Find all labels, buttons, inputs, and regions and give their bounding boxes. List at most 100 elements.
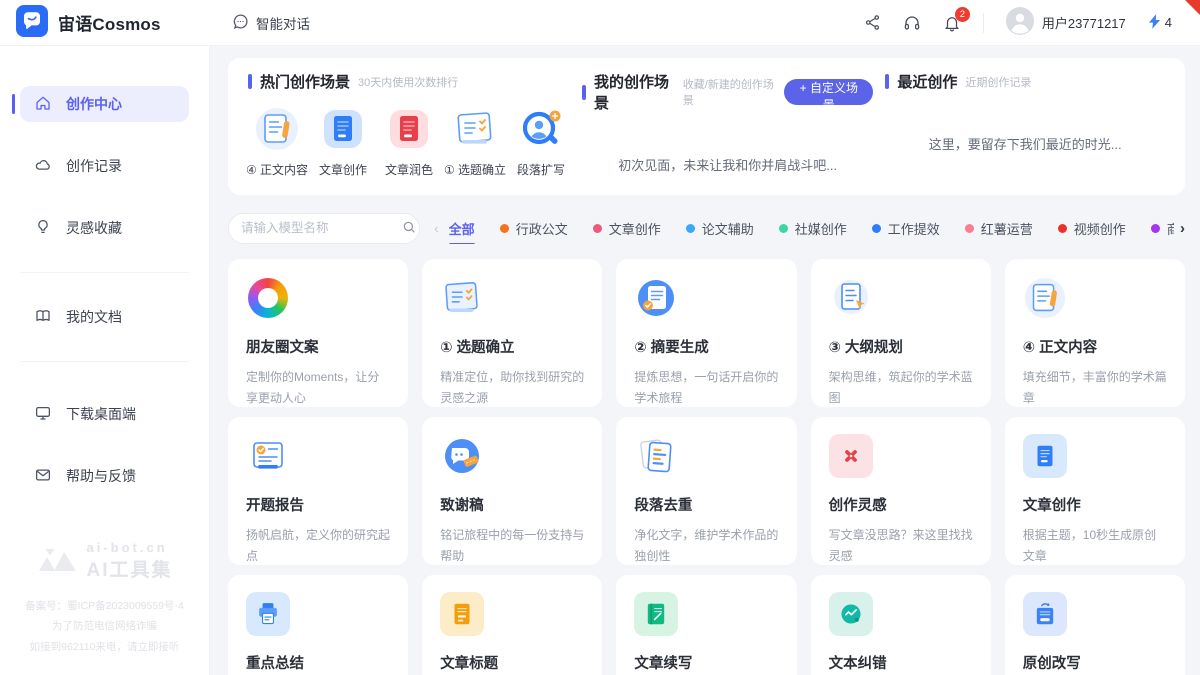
card-title: 朋友圈文案	[246, 336, 390, 357]
section-accent-bar	[582, 85, 586, 100]
category-dot	[686, 224, 695, 233]
sidebar-item-creation-center[interactable]: 创作中心	[20, 86, 189, 122]
card-body-content[interactable]: ④ 正文内容 填充细节，丰富你的学术篇章	[1005, 259, 1185, 407]
tab-video-creation[interactable]: 视频创作	[1058, 213, 1126, 244]
magnifier-person-icon	[518, 106, 564, 152]
tab-social-media[interactable]: 社媒创作	[779, 213, 847, 244]
tab-business-marketing[interactable]: 商业营销	[1151, 213, 1174, 244]
lightbulb-icon	[34, 218, 52, 239]
category-tabs: 全部 行政公文 文章创作 论文辅助 社媒创作 工作提效 红薯运营 视频创作 商业…	[449, 213, 1174, 244]
card-opening-report[interactable]: 开题报告 扬帆启航，定义你的研究起点	[228, 417, 408, 565]
user-account[interactable]: 用户23771217	[1006, 7, 1126, 38]
card-key-summary[interactable]: 重点总结 文章重点内容总结	[228, 575, 408, 675]
search-input[interactable]	[241, 221, 402, 235]
energy-counter[interactable]: 4	[1148, 14, 1172, 32]
search-icon[interactable]	[402, 220, 416, 237]
my-scenes-title: 我的创作场景	[594, 71, 675, 113]
card-text-proofread[interactable]: 文本纠错 智能修正错别字，纠正语法错误	[811, 575, 991, 675]
watermark-domain: ai-bot.cn	[86, 540, 172, 555]
notification-badge: 2	[955, 7, 970, 22]
hot-scene-topic-selection[interactable]: ① 选题确立	[446, 106, 504, 178]
category-dot	[500, 224, 509, 233]
hot-scene-paragraph-expand[interactable]: 段落扩写	[512, 106, 570, 178]
card-desc: 根据主题，10秒生成原创文章	[1023, 525, 1167, 565]
card-title: 开题报告	[246, 494, 390, 515]
notification-bell-icon[interactable]: 2	[943, 14, 961, 32]
sidebar-item-help-feedback[interactable]: 帮助与反馈	[20, 458, 189, 494]
card-title: 创作灵感	[829, 494, 973, 515]
summary-printer-icon	[246, 592, 290, 636]
card-article-continue[interactable]: 文章续写 延续风格续写文章	[616, 575, 796, 675]
card-desc: 架构思维，筑起你的学术蓝图	[829, 367, 973, 407]
topbar-divider	[983, 13, 984, 33]
card-desc: 扬帆启航，定义你的研究起点	[246, 525, 390, 565]
custom-scene-button[interactable]: + 自定义场景	[784, 79, 873, 105]
card-outline-planning[interactable]: ③ 大纲规划 架构思维，筑起你的学术蓝图	[811, 259, 991, 407]
watermark: ai-bot.cn AI工具集 备案号：蜀ICP备2023009559号-4 为…	[0, 540, 209, 657]
blue-book-icon	[320, 106, 366, 152]
chat-bubble-icon	[232, 13, 249, 33]
sidebar-item-download-desktop[interactable]: 下载桌面端	[20, 396, 189, 432]
card-paragraph-dedupe[interactable]: 段落去重 净化文字，维护学术作品的独创性	[616, 417, 796, 565]
card-title: 致谢稿	[440, 494, 584, 515]
card-acknowledgement[interactable]: 致谢稿 铭记旅程中的每一份支持与帮助	[422, 417, 602, 565]
sidebar-item-label: 创作记录	[66, 156, 122, 176]
card-article-creation[interactable]: 文章创作 根据主题，10秒生成原创文章	[1005, 417, 1185, 565]
notice-line-2: 如接到962110来电，请立即接听	[0, 637, 209, 657]
sidebar-divider	[20, 272, 189, 273]
energy-count: 4	[1165, 15, 1172, 30]
mail-icon	[34, 466, 52, 487]
tab-admin-docs[interactable]: 行政公文	[500, 213, 568, 244]
watermark-name: AI工具集	[86, 555, 172, 582]
username: 用户23771217	[1042, 13, 1126, 32]
card-moments-copy[interactable]: 朋友圈文案 定制你的Moments，让分享更动人心	[228, 259, 408, 407]
card-article-title[interactable]: 文章标题 根据主题及文章内容，生成候选标题	[422, 575, 602, 675]
chevron-right-icon[interactable]: ›	[1174, 220, 1185, 237]
my-scenes-section: 我的创作场景 收藏/新建的创作场景 + 自定义场景 初次见面，未来让我和你并肩战…	[582, 71, 885, 185]
card-creative-inspiration[interactable]: 创作灵感 写文章没思路？来这里找找灵感	[811, 417, 991, 565]
section-accent-bar	[248, 74, 252, 89]
card-title: ④ 正文内容	[1023, 336, 1167, 357]
section-accent-bar	[885, 74, 889, 89]
model-search[interactable]	[228, 213, 420, 244]
icp-line: 备案号：蜀ICP备2023009559号-4	[0, 596, 209, 616]
card-title: 文章续写	[634, 652, 778, 673]
share-icon[interactable]	[864, 14, 881, 31]
sidebar-item-inspiration-favorites[interactable]: 灵感收藏	[20, 210, 189, 246]
card-original-rewrite[interactable]: 原创改写 主题不变，智能改写文章	[1005, 575, 1185, 675]
hot-scene-body-content[interactable]: ④ 正文内容	[248, 106, 306, 178]
card-topic-selection[interactable]: ① 选题确立 精准定位，助你找到研究的灵感之源	[422, 259, 602, 407]
proofread-check-icon	[829, 592, 873, 636]
thanks-chat-icon	[440, 434, 484, 478]
card-title: 文章标题	[440, 652, 584, 673]
hot-scene-article-writing[interactable]: 文章创作	[314, 106, 372, 178]
lightning-icon	[1148, 14, 1161, 32]
sidebar: 创作中心 创作记录 灵感收藏 我的文档 下载桌面端 帮助与反馈 ai-bo	[0, 46, 210, 675]
scenes-panel: 热门创作场景 30天内使用次数排行 ④ 正文内容 文章创作 文章润色	[228, 58, 1185, 195]
hot-scenes-section: 热门创作场景 30天内使用次数排行 ④ 正文内容 文章创作 文章润色	[248, 71, 582, 185]
continue-notebook-icon	[634, 592, 678, 636]
card-abstract-generation[interactable]: ② 摘要生成 提炼思想，一句话开启你的学术旅程	[616, 259, 796, 407]
hot-scenes-title: 热门创作场景	[260, 71, 350, 92]
tab-xiaohongshu-ops[interactable]: 红薯运营	[965, 213, 1033, 244]
sidebar-item-creation-records[interactable]: 创作记录	[20, 148, 189, 184]
hot-scenes-subtitle: 30天内使用次数排行	[358, 74, 458, 90]
headphones-icon[interactable]	[903, 14, 921, 32]
card-desc: 铭记旅程中的每一份支持与帮助	[440, 525, 584, 565]
rewrite-book-icon	[1023, 592, 1067, 636]
model-card-grid: 朋友圈文案 定制你的Moments，让分享更动人心 ① 选题确立 精准定位，助你…	[228, 259, 1185, 675]
chevron-left-icon[interactable]: ‹	[434, 220, 439, 236]
tab-all[interactable]: 全部	[449, 213, 475, 244]
card-title: ① 选题确立	[440, 336, 584, 357]
my-scenes-empty-text: 初次见面，未来让我和你并肩战斗吧...	[582, 155, 873, 174]
title-book-icon	[440, 592, 484, 636]
sidebar-item-my-documents[interactable]: 我的文档	[20, 299, 189, 335]
hot-scene-article-polish[interactable]: 文章润色	[380, 106, 438, 178]
tab-thesis-assist[interactable]: 论文辅助	[686, 213, 754, 244]
tab-article-writing[interactable]: 文章创作	[593, 213, 661, 244]
tab-work-efficiency[interactable]: 工作提效	[872, 213, 940, 244]
nav-smart-chat[interactable]: 智能对话	[232, 13, 310, 33]
mountain-logo-icon	[36, 545, 78, 576]
home-icon	[34, 94, 52, 115]
brand[interactable]: 宙语Cosmos	[0, 5, 210, 40]
